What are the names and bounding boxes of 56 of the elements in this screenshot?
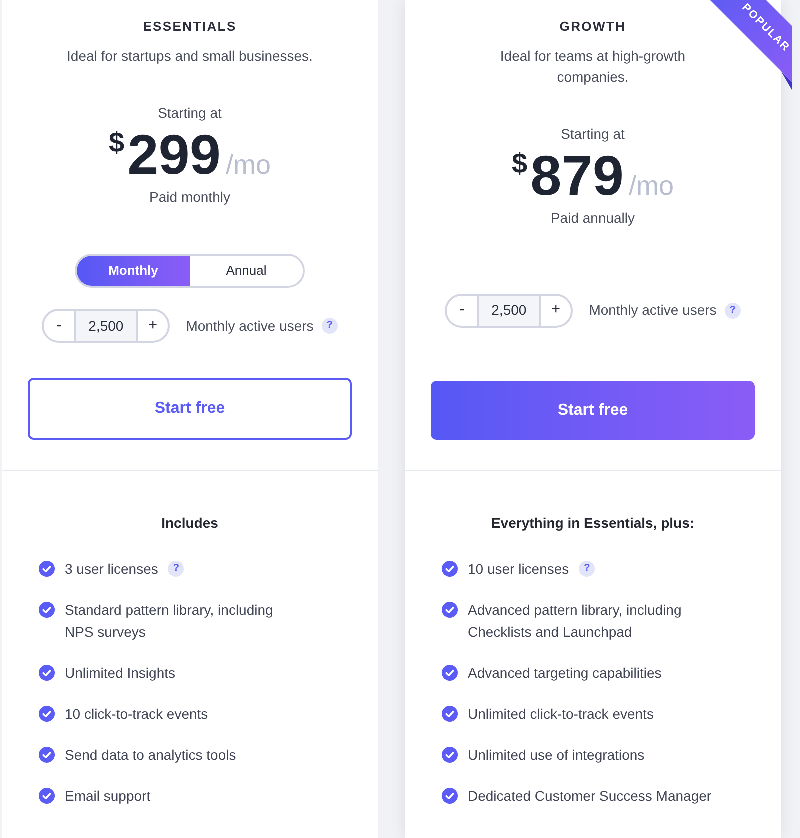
users-label: Monthly active users: [589, 301, 717, 320]
currency-symbol: $: [512, 150, 528, 178]
currency-symbol: $: [108, 129, 125, 157]
ribbon-fold: [781, 71, 792, 90]
feature-text: Standard pattern library, including NPS surveys: [65, 601, 274, 642]
feature-text: Unlimited click-to-track events: [468, 705, 654, 724]
feature-text: 10 user licenses: [468, 560, 570, 579]
check-circle-icon: [39, 561, 55, 577]
billing-note: Paid monthly: [150, 188, 230, 207]
feature-text: Unlimited use of integrations: [468, 746, 645, 765]
increment-button[interactable]: +: [138, 311, 168, 341]
start-free-button[interactable]: Start free: [431, 381, 755, 440]
billing-note: Paid annually: [550, 209, 636, 228]
check-circle-icon: [442, 561, 458, 577]
check-circle-icon: [442, 602, 458, 618]
feature-text: Advanced targeting capabilities: [468, 664, 662, 683]
feature-text: Dedicated Customer Success Manager: [468, 787, 712, 806]
feature-text: 10 click-to-track events: [65, 705, 208, 724]
check-circle-icon: [39, 665, 55, 681]
plan-name: ESSENTIALS: [143, 18, 237, 36]
user-count-field[interactable]: 2,500: [477, 296, 542, 326]
check-circle-icon: [442, 747, 458, 763]
plan-name: GROWTH: [560, 18, 626, 36]
price-amount: 879: [530, 148, 624, 204]
feature-text: Advanced pattern library, including Checklists and Launchpad: [468, 601, 683, 642]
price-caption: Starting at: [561, 125, 625, 144]
check-circle-icon: [39, 706, 55, 722]
feature-text: Unlimited Insights: [65, 664, 176, 683]
decrement-button[interactable]: -: [447, 296, 478, 326]
check-circle-icon: [442, 706, 458, 722]
price-period: /mo: [629, 173, 674, 200]
help-icon[interactable]: ?: [724, 302, 741, 318]
feature-text: Send data to analytics tools: [65, 746, 236, 765]
start-free-button[interactable]: Start free: [28, 378, 352, 440]
feature-text: Email support: [65, 787, 151, 806]
price-caption: Starting at: [158, 104, 222, 123]
decrement-button[interactable]: -: [44, 311, 74, 341]
users-label: Monthly active users: [186, 316, 314, 336]
check-circle-icon: [39, 747, 55, 763]
check-circle-icon: [442, 665, 458, 681]
increment-button[interactable]: +: [541, 296, 572, 326]
check-circle-icon: [39, 788, 55, 804]
check-circle-icon: [39, 602, 55, 618]
help-icon[interactable]: ?: [322, 318, 338, 334]
billing-tab[interactable]: Monthly: [76, 256, 190, 286]
plan-description: Ideal for startups and small businesses.: [67, 47, 313, 66]
plan-description: Ideal for teams at high-growth companies.: [499, 47, 687, 87]
features-heading: Everything in Essentials, plus:: [490, 514, 696, 533]
user-count-field[interactable]: 2,500: [74, 311, 138, 341]
feature-text: 3 user licenses: [65, 560, 158, 579]
help-icon[interactable]: ?: [168, 561, 184, 577]
check-circle-icon: [442, 788, 458, 804]
price-period: /mo: [226, 152, 272, 179]
features-heading: Includes: [160, 514, 220, 533]
price-amount: 299: [128, 127, 221, 183]
help-icon[interactable]: ?: [579, 561, 596, 577]
